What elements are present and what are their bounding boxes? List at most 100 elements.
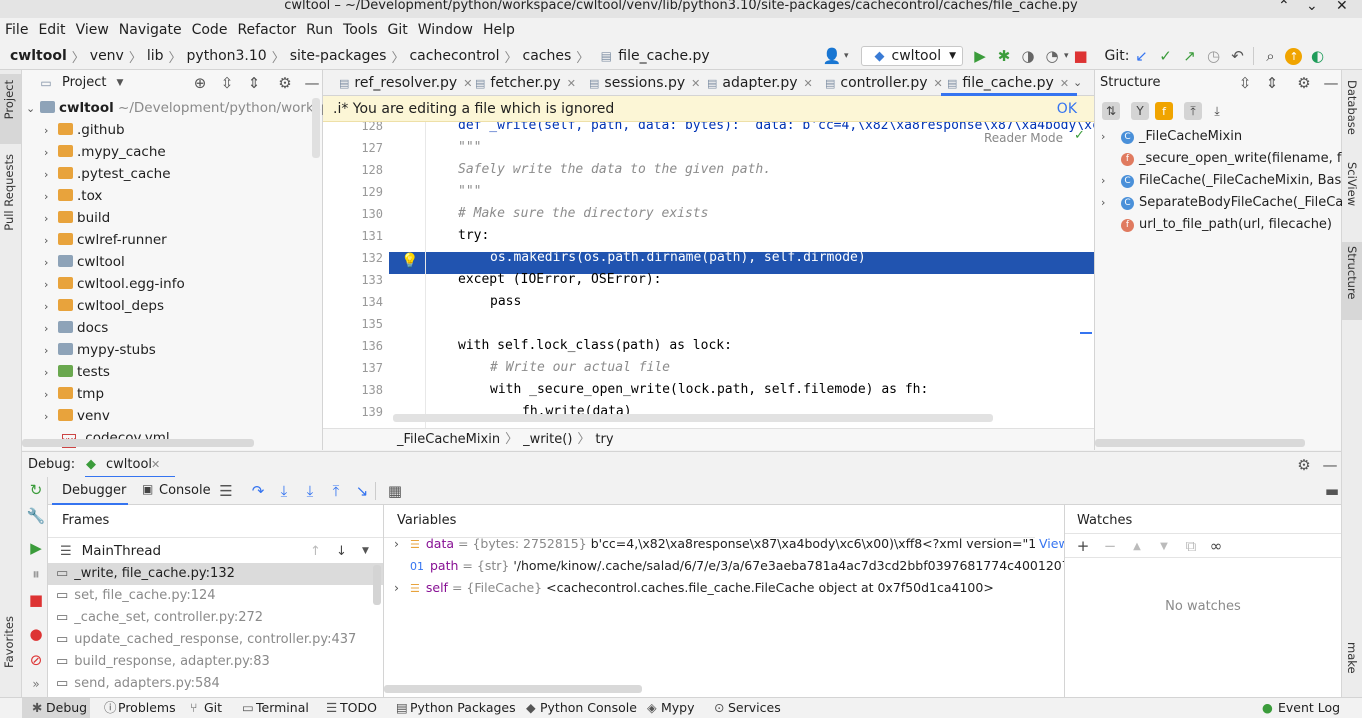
editor-tab[interactable]: ▤ ref_resolver.py ✕	[339, 70, 472, 96]
show-fields-icon[interactable]: f	[1155, 102, 1173, 120]
more-icon[interactable]: »	[27, 675, 45, 693]
run-config-select[interactable]: ◆ cwltool ▼	[860, 46, 963, 66]
editor-tab[interactable]: ▤ controller.py ✕	[825, 70, 943, 96]
tool-window-button[interactable]: Debug	[46, 698, 87, 718]
profile-icon[interactable]: ◔	[1043, 47, 1061, 65]
database-tool-tab[interactable]: Database	[1345, 80, 1359, 135]
breadcrumb-item[interactable]: lib	[147, 42, 164, 70]
close-tab-icon[interactable]: ✕	[934, 77, 943, 90]
gear-icon[interactable]: ⚙	[1295, 456, 1313, 474]
chevron-down-icon[interactable]: ▼	[362, 546, 369, 556]
remove-watch-icon[interactable]: −	[1101, 537, 1119, 555]
chevron-right-icon[interactable]: ›	[44, 406, 58, 428]
structure-item[interactable]: f url_to_file_path(url, filecache)	[1095, 214, 1342, 236]
run-to-cursor-icon[interactable]: ↘	[353, 482, 371, 500]
crumb-method[interactable]: _write()	[523, 429, 572, 451]
tool-window-button[interactable]: Services	[728, 698, 781, 718]
banner-ok-link[interactable]: OK	[1057, 96, 1077, 122]
next-frame-icon[interactable]: ↓	[336, 544, 347, 559]
chevron-right-icon[interactable]: ›	[1101, 192, 1121, 214]
maximize-icon[interactable]: ⌄	[1306, 0, 1318, 14]
close-session-icon[interactable]: ✕	[151, 452, 160, 478]
stack-frame[interactable]: ▭ _write, file_cache.py:132	[56, 563, 235, 585]
close-tab-icon[interactable]: ✕	[804, 77, 813, 90]
coverage-icon[interactable]: ◑	[1019, 47, 1037, 65]
menu-code[interactable]: Code	[188, 18, 232, 42]
tree-item[interactable]: › mypy-stubs	[22, 339, 322, 361]
menu-view[interactable]: View	[72, 18, 113, 42]
breadcrumb-item[interactable]: venv	[90, 42, 124, 70]
minimize-icon[interactable]: ⌃	[1278, 0, 1290, 14]
chevron-right-icon[interactable]: ›	[44, 164, 58, 186]
hide-icon[interactable]: —	[303, 74, 321, 92]
mute-breakpoints-icon[interactable]: ⊘	[27, 651, 45, 669]
expand-all-icon[interactable]: ⇳	[218, 74, 236, 92]
menu-tools[interactable]: Tools	[339, 18, 382, 42]
chevron-right-icon[interactable]: ›	[44, 230, 58, 252]
structure-item[interactable]: ›C FileCache(_FileCacheMixin, BaseCa	[1095, 170, 1342, 192]
chevron-right-icon[interactable]: ›	[44, 186, 58, 208]
make-tool-tab[interactable]: make	[1345, 642, 1359, 674]
step-into-icon[interactable]: ⤓	[275, 482, 293, 500]
stop-icon[interactable]: ■	[1072, 47, 1090, 65]
tree-item[interactable]: › .github	[22, 119, 322, 141]
tree-item[interactable]: › .tox	[22, 185, 322, 207]
project-panel-title[interactable]: Project	[62, 70, 106, 96]
debugger-tab[interactable]: Debugger	[62, 483, 126, 498]
editor-tab[interactable]: ▤ adapter.py ✕	[707, 70, 813, 96]
menu-run[interactable]: Run	[302, 18, 337, 42]
variable-row[interactable]: › ☰ data = {bytes: 2752815} b'cc=4,\x82\xa8r…	[394, 533, 1064, 555]
event-log-button[interactable]: Event Log	[1278, 698, 1340, 718]
tree-item[interactable]: › venv	[22, 405, 322, 427]
debug-icon[interactable]: ✱	[995, 47, 1013, 65]
add-watch-icon[interactable]: +	[1074, 537, 1092, 555]
show-inherited-icon[interactable]: Y	[1131, 102, 1149, 120]
lightbulb-icon[interactable]: 💡	[401, 253, 418, 269]
crumb-block[interactable]: try	[595, 429, 613, 451]
move-up-icon[interactable]: ▲	[1128, 537, 1146, 555]
thread-selector[interactable]: ☰ MainThread ↑ ↓ ▼	[60, 538, 380, 564]
tree-item[interactable]: › tests	[22, 361, 322, 383]
tree-item[interactable]: › build	[22, 207, 322, 229]
menu-window[interactable]: Window	[414, 18, 477, 42]
pull-requests-tool-tab[interactable]: Pull Requests	[2, 154, 16, 231]
move-down-icon[interactable]: ▼	[1155, 537, 1173, 555]
code-area[interactable]: 128 def _write(self, path, data: bytes): …	[323, 122, 1094, 428]
stack-frame[interactable]: ▭ send, adapters.py:584	[56, 673, 220, 695]
tool-window-button[interactable]: Python Packages	[410, 698, 516, 718]
reader-mode-label[interactable]: Reader Mode	[984, 131, 1063, 145]
git-history-icon[interactable]: ◷	[1204, 47, 1222, 65]
menu-icon[interactable]: ☰	[217, 482, 235, 500]
pause-icon[interactable]: ⏸	[27, 565, 45, 583]
gear-icon[interactable]: ⚙	[276, 74, 294, 92]
close-tab-icon[interactable]: ✕	[567, 77, 576, 90]
chevron-right-icon[interactable]: ›	[44, 340, 58, 362]
step-into-my-code-icon[interactable]: ⤓	[301, 482, 319, 500]
debug-session-tab[interactable]: cwltool	[106, 452, 152, 478]
code-scrollbar[interactable]	[393, 414, 993, 422]
variable-row[interactable]: › ☰ self = {FileCache} <cachecontrol.caches.…	[394, 577, 994, 599]
rerun-icon[interactable]: ↻	[27, 481, 45, 499]
stack-frame[interactable]: ▭ build_response, adapter.py:83	[56, 651, 270, 673]
tool-window-button[interactable]: Problems	[118, 698, 176, 718]
breadcrumb-item[interactable]: file_cache.py	[618, 42, 709, 70]
previous-frame-icon[interactable]: ↑	[310, 544, 321, 559]
chevron-right-icon[interactable]: ›	[44, 208, 58, 230]
menu-file[interactable]: File	[1, 18, 32, 42]
editor-tab[interactable]: ▤ file_cache.py ✕	[941, 70, 1077, 96]
chevron-right-icon[interactable]: ›	[44, 296, 58, 318]
menu-navigate[interactable]: Navigate	[115, 18, 186, 42]
sciview-tool-tab[interactable]: SciView	[1345, 162, 1359, 206]
chevron-right-icon[interactable]: ›	[44, 142, 58, 164]
tree-root[interactable]: ⌄ cwltool ~/Development/python/workspac	[22, 97, 345, 119]
tool-window-button[interactable]: Terminal	[256, 698, 309, 718]
show-watches-icon[interactable]: ∞	[1207, 537, 1225, 555]
git-commit-icon[interactable]: ✓	[1156, 47, 1174, 65]
vertical-scrollbar[interactable]	[312, 98, 320, 158]
stop-icon[interactable]: ■	[27, 591, 45, 609]
tree-item[interactable]: › tmp	[22, 383, 322, 405]
view-breakpoints-icon[interactable]: ●	[27, 625, 45, 643]
evaluate-icon[interactable]: ▦	[386, 482, 404, 500]
structure-item[interactable]: › C _FileCacheMixin	[1095, 126, 1342, 148]
tool-window-button[interactable]: Python Console	[540, 698, 637, 718]
